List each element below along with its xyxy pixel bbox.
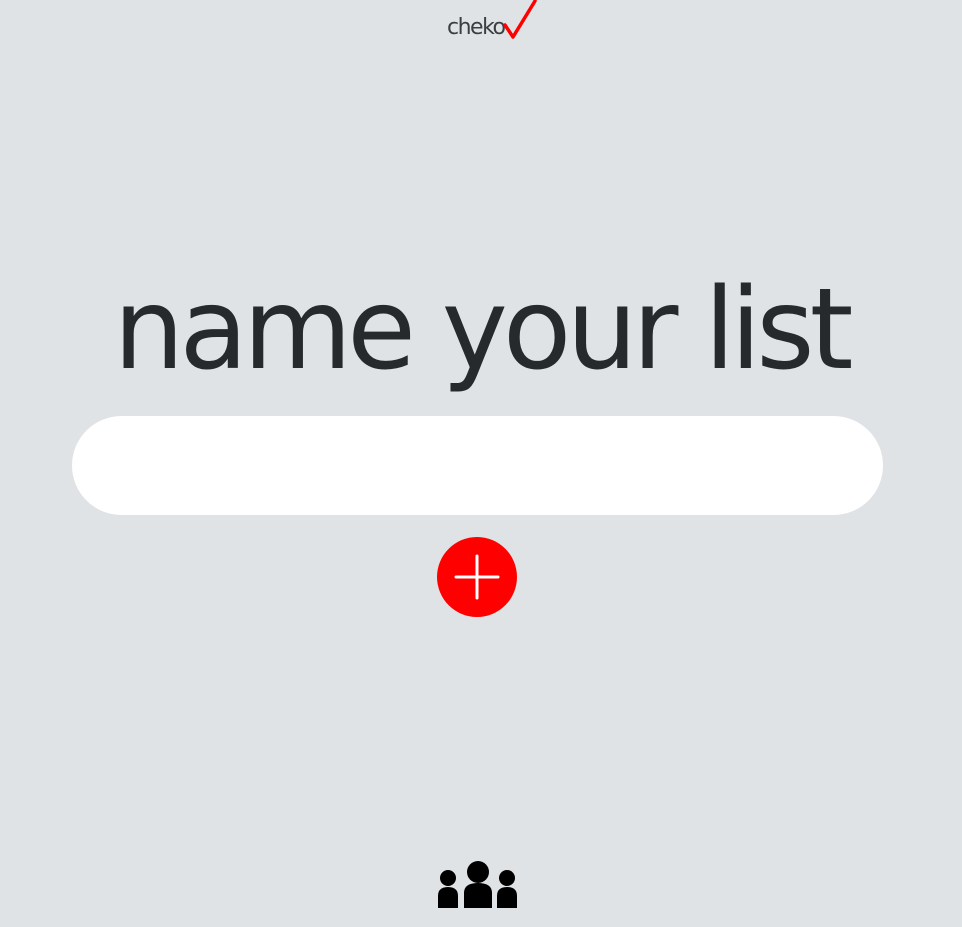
- page-title: name your list: [113, 265, 853, 395]
- list-name-input[interactable]: [72, 416, 883, 515]
- check-icon: [503, 0, 537, 39]
- app-logo: cheko: [446, 0, 546, 46]
- people-button[interactable]: [437, 858, 519, 910]
- logo-text: cheko: [447, 15, 506, 40]
- plus-icon: [454, 554, 500, 600]
- add-list-button[interactable]: [437, 537, 517, 617]
- people-group-icon: [438, 861, 517, 908]
